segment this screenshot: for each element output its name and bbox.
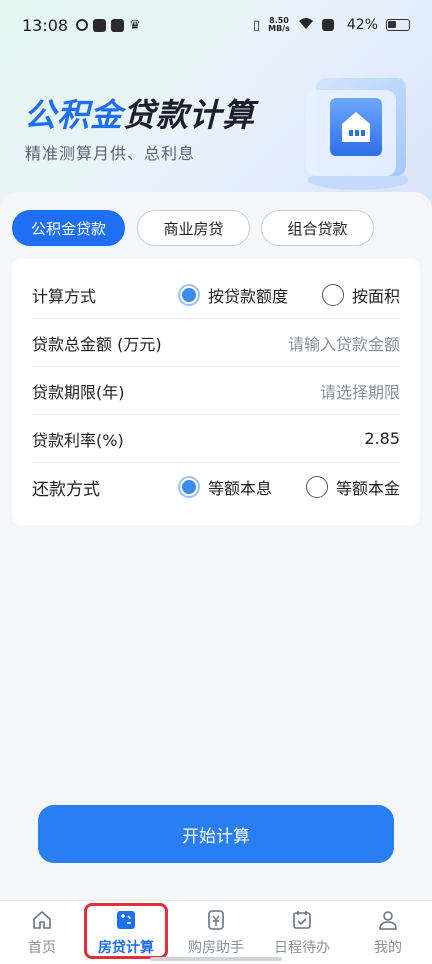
interest-rate-label: 贷款利率(%) xyxy=(32,430,124,450)
vibrate-icon: ▯ xyxy=(252,17,261,33)
calc-method-row: 计算方式 按贷款额度 按面积 xyxy=(32,271,400,319)
loan-term-row[interactable]: 贷款期限(年) 请选择期限 xyxy=(32,367,400,415)
status-bar: 13:08 ♛ ▯ 8.50 MB/s 42% xyxy=(0,0,432,50)
calendar-icon xyxy=(293,911,311,929)
nav-label: 我的 xyxy=(374,940,402,956)
nav-buying-assistant[interactable]: 购房助手 xyxy=(176,909,256,961)
radio-checked-icon xyxy=(177,283,200,306)
notification-icon xyxy=(76,19,89,31)
tab-label: 商业房贷 xyxy=(163,219,224,238)
start-calculation-button[interactable]: 开始计算 xyxy=(38,805,394,863)
radio-checked-icon xyxy=(177,476,200,498)
tab-label: 公积金贷款 xyxy=(30,219,106,238)
radio-equal-installment[interactable]: 等额本息 xyxy=(177,475,272,499)
tab-combined-loan[interactable]: 组合贷款 xyxy=(261,210,374,246)
page-subtitle: 精准测算月供、总利息 xyxy=(25,144,196,163)
notification-icon xyxy=(111,18,125,32)
radio-label: 按面积 xyxy=(351,286,400,306)
battery-percent: 42% xyxy=(346,17,378,33)
radio-unchecked-icon xyxy=(305,476,328,498)
interest-rate-row[interactable]: 贷款利率(%) 2.85 xyxy=(32,415,400,463)
tab-commercial-loan[interactable]: 商业房贷 xyxy=(137,210,250,246)
loan-amount-input[interactable]: 请输入贷款金额 xyxy=(288,331,400,355)
radio-label: 等额本金 xyxy=(335,479,400,498)
nav-schedule[interactable]: 日程待办 xyxy=(262,909,342,961)
repayment-label: 还款方式 xyxy=(32,479,100,500)
interest-rate-input[interactable]: 2.85 xyxy=(364,429,400,448)
radio-label: 等额本息 xyxy=(207,479,272,498)
nav-home[interactable]: 首页 xyxy=(2,909,82,961)
radio-unchecked-icon xyxy=(321,283,344,306)
nav-label: 购房助手 xyxy=(188,940,244,956)
nav-mine[interactable]: 我的 xyxy=(348,909,428,961)
title-highlight: 公积金 xyxy=(24,96,124,134)
page-title: 公积金贷款计算 xyxy=(24,90,255,136)
repayment-row: 还款方式 等额本息 等额本金 xyxy=(32,463,400,511)
radio-label: 按贷款额度 xyxy=(207,286,288,306)
tab-housing-fund-loan[interactable]: 公积金贷款 xyxy=(12,210,125,246)
nav-label: 首页 xyxy=(28,940,56,956)
radio-equal-principal[interactable]: 等额本金 xyxy=(305,475,400,499)
title-rest: 贷款计算 xyxy=(123,96,256,134)
net-speed: 8.50 MB/s xyxy=(268,17,290,33)
loan-term-label: 贷款期限(年) xyxy=(32,382,125,402)
loan-amount-row[interactable]: 贷款总金额 (万元) 请输入贷款金额 xyxy=(32,319,400,367)
bottom-nav: 首页 房贷计算 购房助手 日程待办 我的 xyxy=(0,900,432,964)
calc-method-label: 计算方式 xyxy=(32,286,97,306)
wifi-icon xyxy=(298,17,314,34)
loan-term-select[interactable]: 请选择期限 xyxy=(320,379,400,403)
person-icon xyxy=(379,911,397,930)
home-icon xyxy=(33,911,51,929)
notification-icon xyxy=(93,18,107,32)
start-button-label: 开始计算 xyxy=(182,826,250,847)
yuan-icon xyxy=(208,910,224,930)
mortgage-calculator-screen: 13:08 ♛ ▯ 8.50 MB/s 42% 公积金贷款计算 精准测算月供、总… xyxy=(0,0,432,964)
nav-label: 日程待办 xyxy=(274,940,330,956)
radio-by-area[interactable]: 按面积 xyxy=(321,283,400,307)
sim-icon xyxy=(321,19,334,31)
house-illustration-icon xyxy=(306,78,408,190)
loan-form-card: 计算方式 按贷款额度 按面积 贷款总金额 (万元) 请输入贷款金额 贷款期限(年… xyxy=(12,259,420,525)
loan-amount-label: 贷款总金额 (万元) xyxy=(32,334,162,354)
home-indicator xyxy=(150,957,282,961)
tab-label: 组合贷款 xyxy=(287,219,348,238)
battery-icon xyxy=(386,19,410,31)
crown-icon: ♛ xyxy=(129,17,141,33)
status-time: 13:08 xyxy=(22,15,69,35)
net-speed-unit: MB/s xyxy=(268,24,290,33)
active-tab-highlight xyxy=(84,903,168,959)
radio-by-amount[interactable]: 按贷款额度 xyxy=(177,283,288,307)
